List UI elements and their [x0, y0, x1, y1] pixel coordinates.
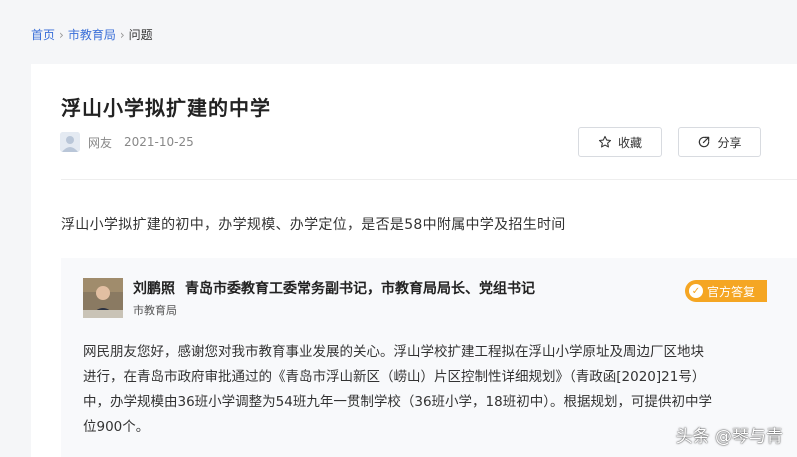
share-button[interactable]: 分享: [678, 127, 761, 157]
breadcrumb-department-link[interactable]: 市教育局: [68, 26, 116, 43]
question-card: 浮山小学拟扩建的中学 网友 2021-10-25 收藏 分享 浮山小学拟扩建的初…: [31, 64, 797, 457]
star-icon: [598, 135, 612, 149]
question-body: 浮山小学拟扩建的初中，办学规模、办学定位，是否是58中附属中学及招生时间: [61, 217, 566, 233]
share-icon: [697, 135, 711, 149]
responder-avatar: [83, 278, 123, 318]
breadcrumb: 首页 › 市教育局 › 问题: [31, 26, 153, 43]
breadcrumb-current: 问题: [128, 28, 153, 42]
responder-title: 青岛市委教育工委常务副书记，市教育局局长、党组书记: [185, 281, 535, 297]
watermark: 头条 @琴与青: [675, 427, 783, 447]
breadcrumb-home-link[interactable]: 首页: [31, 26, 55, 43]
avatar: [60, 132, 80, 152]
badge-label: 官方答复: [707, 284, 756, 299]
question-meta: 网友 2021-10-25: [60, 132, 194, 152]
share-label: 分享: [717, 135, 742, 150]
user-avatar-icon: [60, 132, 80, 152]
answer-line: 进行，在青岛市政府审批通过的《青岛市浮山新区（崂山）片区控制性详细规划》（青政函…: [83, 369, 706, 385]
author-name: 网友: [88, 135, 113, 150]
answer-text: 网民朋友您好，感谢您对我市教育事业发展的关心。浮山学校扩建工程拟在浮山小学原址及…: [83, 340, 743, 440]
check-icon: ✓: [689, 284, 703, 298]
post-date: 2021-10-25: [124, 135, 194, 149]
answer-line: 中，办学规模由36班小学调整为54班九年一贯制学校（36班小学，18班初中）。根…: [83, 394, 712, 410]
responder-org: 市教育局: [133, 304, 177, 317]
answer-line: 网民朋友您好，感谢您对我市教育事业发展的关心。浮山学校扩建工程拟在浮山小学原址及…: [83, 344, 704, 360]
chevron-right-icon: ›: [59, 27, 64, 42]
official-reply-badge: ✓ 官方答复: [685, 280, 767, 302]
chevron-right-icon: ›: [119, 27, 125, 42]
favorite-label: 收藏: [617, 135, 642, 150]
responder-name: 刘鹏照: [133, 281, 175, 297]
page-title: 浮山小学拟扩建的中学: [61, 96, 271, 120]
divider: [61, 179, 797, 180]
favorite-button[interactable]: 收藏: [578, 127, 662, 157]
answer-line: 位900个。: [83, 419, 150, 435]
